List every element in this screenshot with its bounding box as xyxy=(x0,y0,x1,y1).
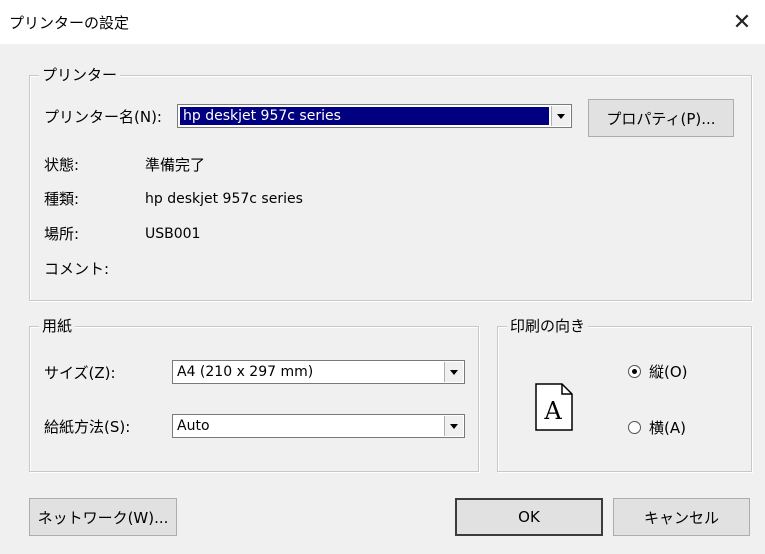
status-label: 状態: xyxy=(44,156,80,174)
cancel-button[interactable]: キャンセル xyxy=(613,498,750,536)
type-label: 種類: xyxy=(44,190,80,208)
properties-button[interactable]: プロパティ(P)... xyxy=(588,99,734,137)
paper-source-value: Auto xyxy=(177,418,210,434)
paper-group: 用紙 xyxy=(29,317,479,472)
close-icon: ✕ xyxy=(732,9,752,35)
window-title: プリンターの設定 xyxy=(9,14,130,32)
radio-unselected-icon xyxy=(628,421,641,434)
portrait-page-icon: A xyxy=(535,383,573,435)
type-value: hp deskjet 957c series xyxy=(145,191,303,207)
title-bar: プリンターの設定 ✕ xyxy=(0,0,765,44)
printer-name-value: hp deskjet 957c series xyxy=(183,108,341,124)
printer-name-select[interactable]: hp deskjet 957c series xyxy=(177,104,572,128)
ok-button[interactable]: OK xyxy=(455,498,603,536)
cancel-button-label: キャンセル xyxy=(643,508,719,527)
paper-size-label: サイズ(Z): xyxy=(44,364,116,382)
page-icon-letter: A xyxy=(543,397,562,425)
paper-size-value: A4 (210 x 297 mm) xyxy=(177,364,314,380)
radio-selected-icon xyxy=(628,365,641,378)
landscape-radio-label: 横(A) xyxy=(649,419,686,437)
portrait-radio[interactable]: 縦(O) xyxy=(628,361,688,382)
orientation-group-label: 印刷の向き xyxy=(507,317,589,335)
network-button-label: ネットワーク(W)... xyxy=(37,508,169,527)
status-value: 準備完了 xyxy=(145,156,206,174)
chevron-down-icon[interactable] xyxy=(551,106,570,126)
network-button[interactable]: ネットワーク(W)... xyxy=(29,498,177,536)
portrait-radio-label: 縦(O) xyxy=(649,363,688,381)
paper-group-label: 用紙 xyxy=(39,317,76,335)
printer-name-label: プリンター名(N): xyxy=(44,108,162,126)
landscape-radio[interactable]: 横(A) xyxy=(628,417,686,438)
paper-source-label: 給紙方法(S): xyxy=(44,418,131,436)
printer-group-label: プリンター xyxy=(39,66,121,84)
chevron-down-icon[interactable] xyxy=(444,362,463,382)
paper-size-select[interactable]: A4 (210 x 297 mm) xyxy=(172,360,465,384)
paper-source-select[interactable]: Auto xyxy=(172,414,465,438)
chevron-down-icon[interactable] xyxy=(444,416,463,436)
location-label: 場所: xyxy=(44,225,80,243)
properties-button-label: プロパティ(P)... xyxy=(606,109,716,128)
location-value: USB001 xyxy=(145,226,201,242)
ok-button-label: OK xyxy=(518,508,540,526)
close-button[interactable]: ✕ xyxy=(719,0,765,44)
comment-label: コメント: xyxy=(44,260,110,278)
